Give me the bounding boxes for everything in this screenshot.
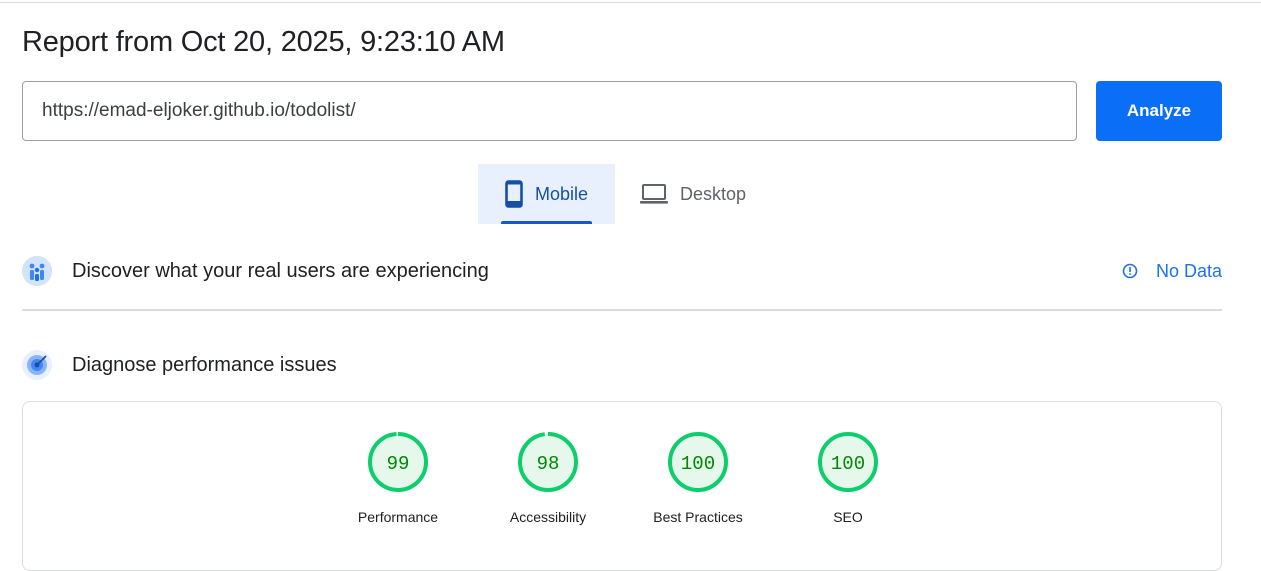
tab-selected-indicator: [501, 221, 592, 224]
score-value: 100: [681, 453, 715, 475]
analyze-button[interactable]: Analyze: [1096, 81, 1222, 141]
scores-card: 99 Performance 98 Accessibility 100 Best…: [22, 401, 1222, 571]
no-data-label: No Data: [1155, 260, 1222, 281]
url-input[interactable]: [22, 81, 1077, 141]
tab-desktop[interactable]: Desktop: [628, 164, 758, 224]
score-gauge-accessibility[interactable]: 98 Accessibility: [493, 431, 603, 525]
score-gauge-performance[interactable]: 99 Performance: [343, 431, 453, 525]
tab-desktop-label: Desktop: [679, 183, 747, 204]
lighthouse-target-icon: [22, 350, 52, 380]
score-label: SEO: [833, 509, 863, 525]
tab-mobile-label: Mobile: [534, 183, 589, 204]
lab-data-title: Diagnose performance issues: [72, 353, 337, 376]
score-value: 100: [831, 453, 865, 475]
laptop-icon: [639, 183, 668, 205]
crux-users-icon: [22, 256, 52, 286]
gauge-ring: 98: [518, 432, 578, 492]
no-data-link[interactable]: No Data: [1122, 251, 1222, 291]
score-label: Accessibility: [509, 509, 587, 525]
info-icon: [1122, 263, 1138, 279]
gauge-ring: 100: [668, 432, 728, 492]
score-gauge-seo[interactable]: 100 SEO: [793, 431, 903, 525]
section-divider: [22, 309, 1222, 311]
field-data-header: Discover what your real users are experi…: [22, 251, 1222, 291]
score-gauge-best-practices[interactable]: 100 Best Practices: [643, 431, 753, 525]
gauge-ring: 99: [368, 432, 428, 492]
gauge-ring: 100: [818, 432, 878, 492]
score-value: 99: [387, 453, 410, 475]
score-value: 98: [537, 453, 560, 475]
top-border: [0, 2, 1261, 3]
page-title: Report from Oct 20, 2025, 9:23:10 AM: [22, 26, 505, 58]
smartphone-icon: [505, 180, 523, 208]
field-data-title: Discover what your real users are experi…: [72, 259, 489, 282]
score-label: Performance: [357, 509, 439, 525]
lab-data-header: Diagnose performance issues: [22, 345, 1222, 385]
tab-mobile[interactable]: Mobile: [478, 164, 615, 224]
score-label: Best Practices: [653, 509, 743, 525]
